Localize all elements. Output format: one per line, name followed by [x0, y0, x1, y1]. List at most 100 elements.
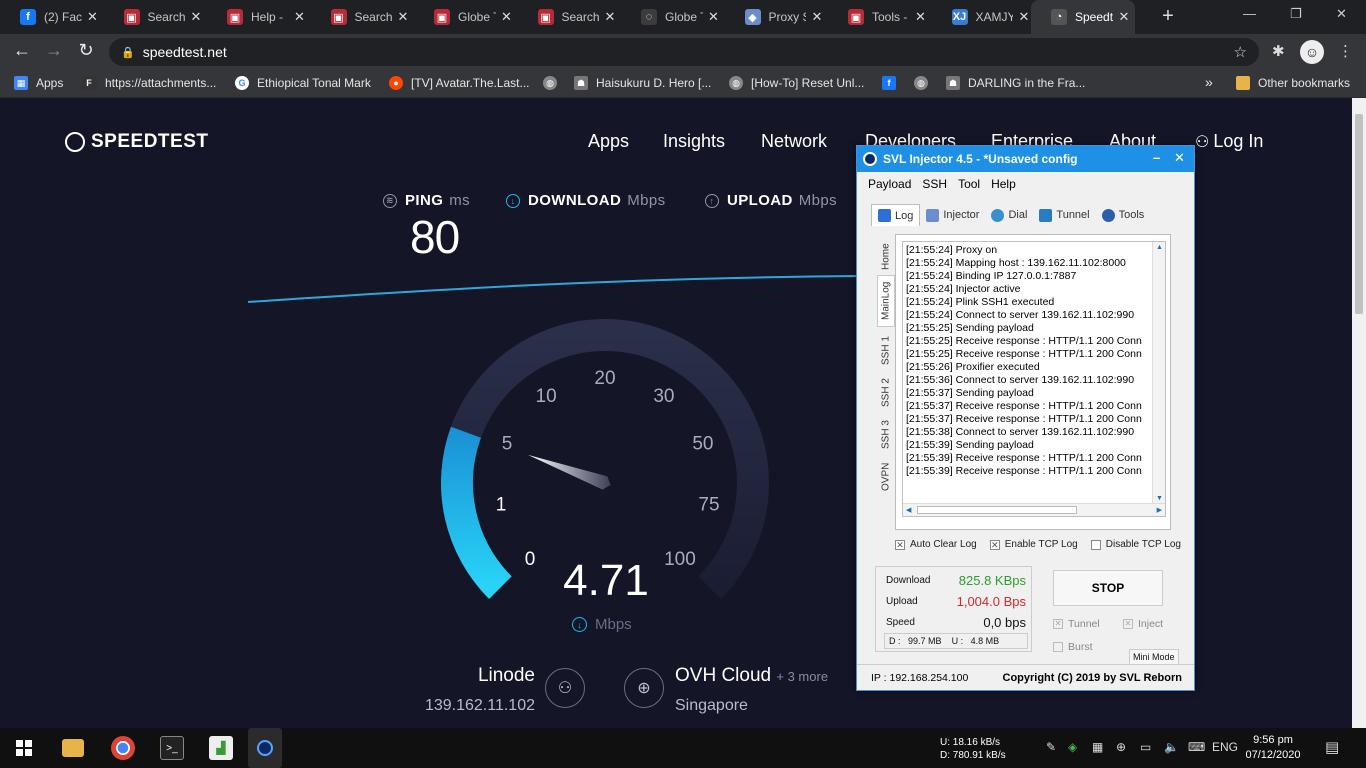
- browser-tab[interactable]: XJ XAMJY ✕: [932, 0, 1036, 34]
- log-horizontal-scrollbar[interactable]: ◀ ▶: [903, 503, 1165, 516]
- svl-side-tab-ssh1[interactable]: SSH 1: [877, 331, 895, 371]
- browser-tab[interactable]: ◔ Speedt ✕: [1031, 0, 1135, 34]
- chart-app-icon[interactable]: ▟: [209, 736, 233, 760]
- inject-checkbox[interactable]: ✕ Inject: [1123, 618, 1163, 630]
- close-tab-icon[interactable]: ✕: [910, 9, 932, 25]
- forward-icon[interactable]: →: [42, 40, 66, 61]
- terminal-icon[interactable]: >_: [160, 736, 184, 760]
- svl-side-tab-ovpn[interactable]: OVPN: [877, 457, 895, 497]
- bookmark-ethiopical[interactable]: G Ethiopical Tonal Mark: [235, 76, 371, 90]
- bookmark-globe-2[interactable]: ◍: [914, 76, 936, 90]
- browser-tab[interactable]: ◆ Proxy S✕: [725, 0, 829, 34]
- bookmark-apps[interactable]: ▦ Apps: [14, 76, 63, 90]
- back-icon[interactable]: ←: [10, 40, 34, 61]
- minimize-icon[interactable]: —: [1243, 6, 1256, 21]
- close-tab-icon[interactable]: ✕: [392, 9, 414, 25]
- tray-keyboard-icon[interactable]: ⌨: [1188, 740, 1205, 754]
- bookmark-avatar[interactable]: ● [TV] Avatar.The.Last...: [389, 76, 530, 90]
- browser-tab[interactable]: ▣ Tools - ✕: [828, 0, 932, 34]
- svl-menu-help[interactable]: Help: [991, 177, 1016, 191]
- svl-close-icon[interactable]: ✕: [1174, 150, 1185, 166]
- taskbar-clock[interactable]: 9:56 pm 07/12/2020: [1243, 733, 1303, 763]
- tunnel-checkbox[interactable]: ✕ Tunnel: [1053, 618, 1100, 630]
- svl-minimize-icon[interactable]: –: [1153, 150, 1160, 165]
- scroll-right-icon[interactable]: ▶: [1157, 506, 1162, 514]
- bookmark-darling[interactable]: ☗ DARLING in the Fra...: [946, 76, 1085, 90]
- svl-side-tab-ssh3[interactable]: SSH 3: [877, 415, 895, 455]
- disable-tcp-log-checkbox[interactable]: Disable TCP Log: [1090, 539, 1181, 550]
- bookmark-globe[interactable]: ◍: [543, 76, 565, 90]
- svl-side-tab-home[interactable]: Home: [877, 239, 895, 275]
- svl-side-tab-ssh2[interactable]: SSH 2: [877, 373, 895, 413]
- bookmark-attachments[interactable]: Fhttps://attachments...: [81, 76, 216, 90]
- close-window-icon[interactable]: ✕: [1336, 6, 1347, 22]
- browser-tab[interactable]: ▣ Search ✕: [311, 0, 415, 34]
- stop-button[interactable]: STOP: [1053, 570, 1163, 606]
- extensions-icon[interactable]: ✱: [1272, 42, 1285, 60]
- burst-checkbox[interactable]: Burst: [1053, 641, 1093, 653]
- svl-taskbar-icon[interactable]: [248, 728, 282, 768]
- address-bar[interactable]: 🔒 speedtest.net ☆: [109, 38, 1259, 66]
- close-tab-icon[interactable]: ✕: [1113, 9, 1135, 25]
- scroll-up-icon[interactable]: ▲: [1156, 244, 1163, 251]
- browser-tab[interactable]: ▣ Help - ✕: [207, 0, 311, 34]
- tray-battery-icon[interactable]: ▭: [1140, 740, 1151, 754]
- page-scrollbar[interactable]: [1352, 98, 1366, 728]
- other-bookmarks[interactable]: Other bookmarks: [1236, 76, 1350, 90]
- browser-tab[interactable]: f (2) Face✕: [0, 0, 104, 34]
- notifications-icon[interactable]: ▤: [1325, 738, 1339, 756]
- close-tab-icon[interactable]: ✕: [703, 9, 725, 25]
- browser-tab[interactable]: ▣ Globe T✕: [414, 0, 518, 34]
- globe-icon[interactable]: ⊕: [624, 668, 664, 708]
- reload-icon[interactable]: ↻: [74, 40, 98, 61]
- tray-volume-icon[interactable]: 🔈: [1164, 740, 1179, 754]
- svl-menu-payload[interactable]: Payload: [868, 177, 911, 191]
- close-tab-icon[interactable]: ✕: [289, 9, 311, 25]
- scroll-left-icon[interactable]: ◀: [906, 506, 911, 514]
- server-more-link[interactable]: + 3 more: [776, 669, 828, 684]
- svl-tab-dial[interactable]: Dial: [985, 204, 1033, 226]
- svl-log-box[interactable]: [21:55:24] Proxy on [21:55:24] Mapping ho…: [902, 241, 1166, 517]
- log-hscroll-thumb[interactable]: [917, 506, 1077, 514]
- bookmark-star-icon[interactable]: ☆: [1234, 43, 1247, 61]
- language-indicator[interactable]: ENG: [1212, 740, 1238, 754]
- bookmark-haisukuru[interactable]: ☗ Haisukuru D. Hero [...: [574, 76, 711, 90]
- maximize-icon[interactable]: ❐: [1290, 6, 1302, 22]
- svl-menu-ssh[interactable]: SSH: [922, 177, 947, 191]
- svl-menu-tool[interactable]: Tool: [958, 177, 980, 191]
- tray-grid-icon[interactable]: ▦: [1092, 740, 1103, 754]
- mini-mode-button[interactable]: Mini Mode: [1129, 649, 1179, 665]
- scrollbar-thumb[interactable]: [1355, 114, 1363, 314]
- profile-avatar[interactable]: ☺: [1300, 40, 1324, 64]
- file-explorer-icon[interactable]: [62, 739, 84, 757]
- close-tab-icon[interactable]: ✕: [82, 9, 104, 25]
- bookmark-reset[interactable]: ◍ [How-To] Reset Unl...: [729, 76, 864, 90]
- svl-side-tab-mainlog[interactable]: MainLog: [877, 275, 895, 327]
- bookmarks-overflow[interactable]: »: [1205, 74, 1213, 90]
- close-tab-icon[interactable]: ✕: [806, 9, 828, 25]
- close-tab-icon[interactable]: ✕: [185, 9, 207, 25]
- close-tab-icon[interactable]: ✕: [496, 9, 518, 25]
- svl-tab-tools[interactable]: Tools: [1096, 204, 1151, 226]
- auto-clear-log-checkbox[interactable]: ✕ Auto Clear Log: [895, 539, 977, 550]
- browser-tab[interactable]: ◌ Globe T✕: [621, 0, 725, 34]
- tray-shield-icon[interactable]: ◈: [1068, 740, 1077, 754]
- bookmark-facebook[interactable]: f: [882, 76, 904, 90]
- browser-tab[interactable]: ▣ Search ✕: [518, 0, 622, 34]
- svl-tab-tunnel[interactable]: Tunnel: [1033, 204, 1095, 226]
- tray-tool-icon[interactable]: ✎: [1046, 740, 1056, 754]
- tray-globe-icon[interactable]: ⊕: [1116, 740, 1126, 754]
- close-tab-icon[interactable]: ✕: [599, 9, 621, 25]
- scroll-down-icon[interactable]: ▼: [1156, 495, 1163, 502]
- log-vertical-scrollbar[interactable]: ▲ ▼: [1152, 242, 1165, 504]
- windows-start-icon[interactable]: [12, 736, 36, 760]
- browser-tab[interactable]: ▣ Search ✕: [104, 0, 208, 34]
- server-name[interactable]: OVH Cloud + 3 more: [675, 665, 828, 687]
- new-tab-button[interactable]: +: [1156, 5, 1180, 28]
- chrome-icon[interactable]: [111, 736, 135, 760]
- svl-title-bar[interactable]: SVL Injector 4.5 - *Unsaved config – ✕: [857, 146, 1194, 172]
- svl-tab-injector[interactable]: Injector: [920, 204, 985, 226]
- menu-dots-icon[interactable]: ⋮: [1338, 42, 1353, 60]
- enable-tcp-log-checkbox[interactable]: ✕ Enable TCP Log: [989, 539, 1078, 550]
- svl-tab-log[interactable]: Log: [871, 204, 921, 226]
